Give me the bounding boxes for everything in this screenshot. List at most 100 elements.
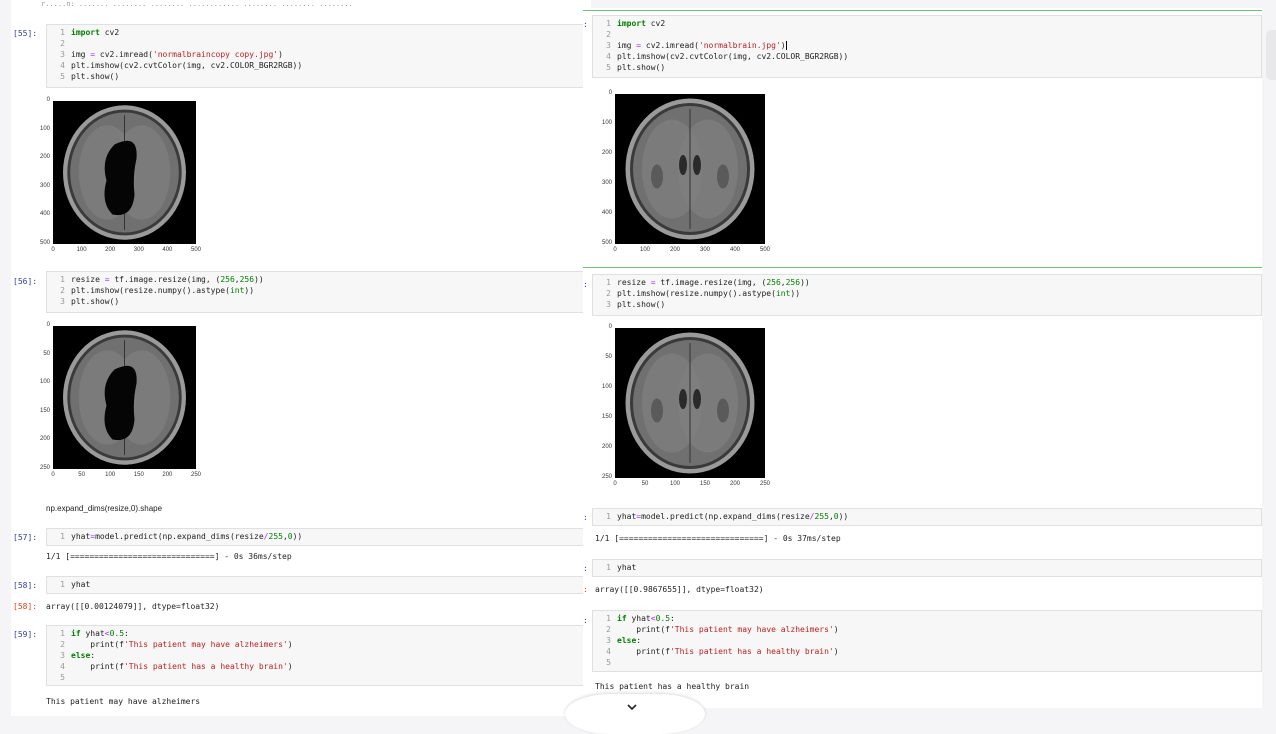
- code-line[interactable]: 4 print(f'This patient has a healthy bra…: [47, 661, 590, 672]
- y-tick-label: 100: [39, 125, 50, 132]
- code-line[interactable]: 2 plt.imshow(resize.numpy().astype(int)): [47, 285, 590, 296]
- code-line[interactable]: 3 plt.show(): [47, 296, 590, 307]
- code-line[interactable]: 1 import cv2: [593, 18, 1261, 29]
- print-output: This patient has a healthy brain: [595, 682, 750, 691]
- line-number: 4: [60, 61, 65, 70]
- line-number: 2: [60, 640, 65, 649]
- code-line[interactable]: 3 img = cv2.imread('normalbraincopy copy.…: [47, 49, 590, 60]
- y-tick-label: 0: [608, 324, 612, 330]
- code-cell[interactable]: 1 yhat: [592, 559, 1262, 577]
- code-text: yhat: [71, 580, 91, 589]
- x-tick-label: 0: [51, 247, 55, 253]
- cell-prompt: [55]:: [13, 29, 38, 38]
- code-line[interactable]: 1 yhat=model.predict(np.expand_dims(resiz…: [593, 511, 1261, 522]
- y-tick-label: 50: [605, 354, 612, 360]
- code-line[interactable]: 1 import cv2: [47, 27, 590, 38]
- left-notebook-panel: r.....n: ....... ........ ........ .....…: [11, 0, 591, 716]
- code-cell[interactable]: 1 import cv2 2 3 img = cv2.imread('normalbra…: [46, 24, 591, 88]
- code-text: import cv2: [617, 19, 666, 28]
- code-line[interactable]: 5: [593, 657, 1261, 668]
- code-line[interactable]: 3 else:: [593, 635, 1261, 646]
- line-number: 4: [60, 662, 65, 671]
- y-tick-label: 200: [601, 444, 612, 450]
- code-text: plt.imshow(cv2.cvtColor(img, cv2.COLOR_B…: [617, 52, 849, 61]
- code-line[interactable]: 1 resize = tf.image.resize(img, (256,256)…: [593, 277, 1261, 288]
- y-tick-label: 400: [39, 211, 50, 218]
- code-line[interactable]: 3 plt.show(): [593, 299, 1261, 310]
- code-cell[interactable]: 1 import cv2 2 3 img = cv2.imread('normalbra…: [592, 15, 1262, 78]
- code-line[interactable]: 1 if yhat<0.5:: [593, 613, 1261, 624]
- y-tick-label: 300: [39, 182, 50, 189]
- yhat-output: array([[0.9867655]], dtype=float32): [595, 585, 764, 594]
- code-text: print(f'This patient has a healthy brain…: [617, 647, 839, 656]
- code-line[interactable]: 4 plt.imshow(cv2.cvtColor(img, cv2.COLOR_…: [593, 51, 1261, 62]
- code-line[interactable]: 4 print(f'This patient has a healthy bra…: [593, 646, 1261, 657]
- code-cell[interactable]: 1 if yhat<0.5: 2 print(f'This patient may …: [592, 610, 1262, 672]
- code-line[interactable]: 5 plt.show(): [47, 71, 590, 82]
- code-line[interactable]: 3 else:: [47, 650, 590, 661]
- brain-scan-image: [63, 330, 186, 465]
- code-line[interactable]: 5 plt.show(): [593, 62, 1261, 73]
- brain-scan-image: [63, 105, 186, 240]
- code-line[interactable]: 2: [47, 38, 590, 49]
- code-cell[interactable]: 1 if yhat<0.5: 2 print(f'This patient may …: [46, 625, 591, 686]
- code-text: yhat: [617, 563, 637, 572]
- code-line[interactable]: 1 yhat=model.predict(np.expand_dims(resiz…: [47, 531, 590, 542]
- x-tick-label: 200: [162, 472, 173, 478]
- code-line[interactable]: 5: [47, 672, 590, 683]
- code-cell[interactable]: 1 resize = tf.image.resize(img, (256,256)…: [592, 274, 1262, 316]
- brain-scan-image: [625, 98, 755, 240]
- x-tick-label: 200: [105, 247, 116, 253]
- code-line[interactable]: 1 resize = tf.image.resize(img, (256,256)…: [47, 274, 590, 285]
- line-number: 2: [606, 30, 611, 39]
- code-text: img = cv2.imread('normalbrain.jpg'): [617, 41, 787, 50]
- code-line[interactable]: 1 if yhat<0.5:: [47, 628, 590, 639]
- code-line[interactable]: 1 yhat: [593, 562, 1261, 573]
- code-line[interactable]: 2 print(f'This patient may have alzheime…: [593, 624, 1261, 635]
- code-cell[interactable]: 1 yhat=model.predict(np.expand_dims(resiz…: [592, 508, 1262, 526]
- line-number: 1: [606, 614, 611, 623]
- line-number: 2: [60, 286, 65, 295]
- code-text: plt.show(): [71, 72, 120, 81]
- code-cell[interactable]: 1 yhat=model.predict(np.expand_dims(resiz…: [46, 528, 591, 546]
- code-text: if yhat<0.5:: [71, 629, 129, 638]
- code-text: plt.imshow(resize.numpy().astype(int)): [71, 286, 255, 295]
- line-number: 1: [60, 275, 65, 284]
- line-number: 3: [60, 297, 65, 306]
- cell-prompt: :: [583, 513, 588, 522]
- image-area: [53, 101, 196, 244]
- x-tick-label: 400: [729, 247, 740, 253]
- code-line[interactable]: 2 print(f'This patient may have alzheime…: [47, 639, 590, 650]
- truncated-output-text: r.....n: ....... ........ ........ .....…: [41, 0, 353, 8]
- code-line[interactable]: 2: [593, 29, 1261, 40]
- code-line[interactable]: 4 plt.imshow(cv2.cvtColor(img, cv2.COLOR_…: [47, 60, 590, 71]
- y-tick-label: 100: [601, 384, 612, 390]
- predict-output: 1/1 [==============================] - 0…: [595, 534, 841, 543]
- x-tick-label: 300: [133, 247, 144, 253]
- text-cursor: [785, 41, 787, 50]
- x-tick-label: 0: [613, 481, 617, 487]
- code-text: plt.imshow(resize.numpy().astype(int)): [617, 289, 801, 298]
- x-tick-label: 0: [613, 247, 617, 253]
- chevron-down-icon: [627, 704, 637, 711]
- line-number: 2: [606, 625, 611, 634]
- code-cell[interactable]: 1 resize = tf.image.resize(img, (256,256)…: [46, 271, 591, 313]
- code-text: print(f'This patient may have alzheimers…: [617, 625, 839, 634]
- code-line[interactable]: 3 img = cv2.imread('normalbrain.jpg'): [593, 40, 1261, 51]
- scroll-down-button[interactable]: [565, 694, 705, 734]
- code-cell[interactable]: 1 yhat: [46, 576, 591, 594]
- side-scroll-handle[interactable]: [1266, 30, 1276, 80]
- code-line[interactable]: 2 plt.imshow(resize.numpy().astype(int)): [593, 288, 1261, 299]
- y-tick-label: 400: [601, 210, 612, 216]
- brain-image-plot: 0 100 200 300 400 500 0 100 200 300 400 500: [593, 90, 775, 258]
- image-area: [53, 326, 196, 469]
- y-tick-label: 100: [39, 379, 50, 386]
- y-tick-label: 0: [46, 322, 50, 328]
- line-number: 1: [606, 19, 611, 28]
- code-line[interactable]: 1 yhat: [47, 579, 590, 590]
- code-text: plt.show(): [617, 300, 666, 309]
- resized-brain-image-plot: 0 50 100 150 200 250 0 50 100 150 200 250: [593, 324, 775, 492]
- x-tick-label: 250: [759, 481, 770, 487]
- line-number: 3: [60, 651, 65, 660]
- x-tick-label: 200: [669, 247, 680, 253]
